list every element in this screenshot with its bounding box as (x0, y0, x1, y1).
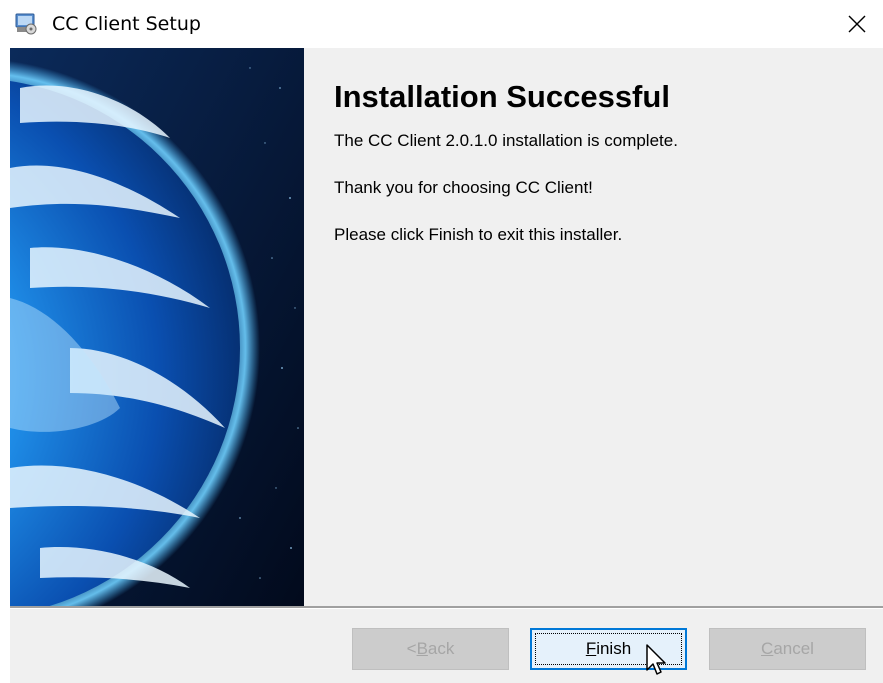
earth-banner-image (10, 48, 304, 606)
cancel-button[interactable]: Cancel (709, 628, 866, 670)
close-button[interactable] (831, 0, 883, 48)
back-button[interactable]: < Back (352, 628, 509, 670)
page-heading: Installation Successful (334, 79, 670, 114)
back-button-prefix: < (406, 639, 417, 658)
exit-instruction-message: Please click Finish to exit this install… (334, 225, 623, 244)
setup-window: CC Client Setup Installation Successful … (0, 0, 883, 683)
dialog-content: Installation Successful The CC Client 2.… (10, 48, 883, 606)
cancel-button-mnemonic: C (761, 639, 774, 658)
finish-button[interactable]: Finish (530, 628, 687, 670)
close-icon (848, 15, 866, 33)
installer-app-icon (14, 13, 38, 35)
completion-message: The CC Client 2.0.1.0 installation is co… (334, 131, 678, 150)
back-button-label: ack (427, 639, 455, 658)
window-title: CC Client Setup (52, 13, 201, 35)
back-button-mnemonic: B (416, 639, 428, 658)
thank-you-message: Thank you for choosing CC Client! (334, 178, 593, 197)
dialog-footer: < Back Finish Cancel (10, 609, 883, 683)
focus-ring (535, 633, 682, 665)
title-bar[interactable]: CC Client Setup (0, 0, 883, 48)
cancel-button-label: ancel (773, 639, 814, 658)
